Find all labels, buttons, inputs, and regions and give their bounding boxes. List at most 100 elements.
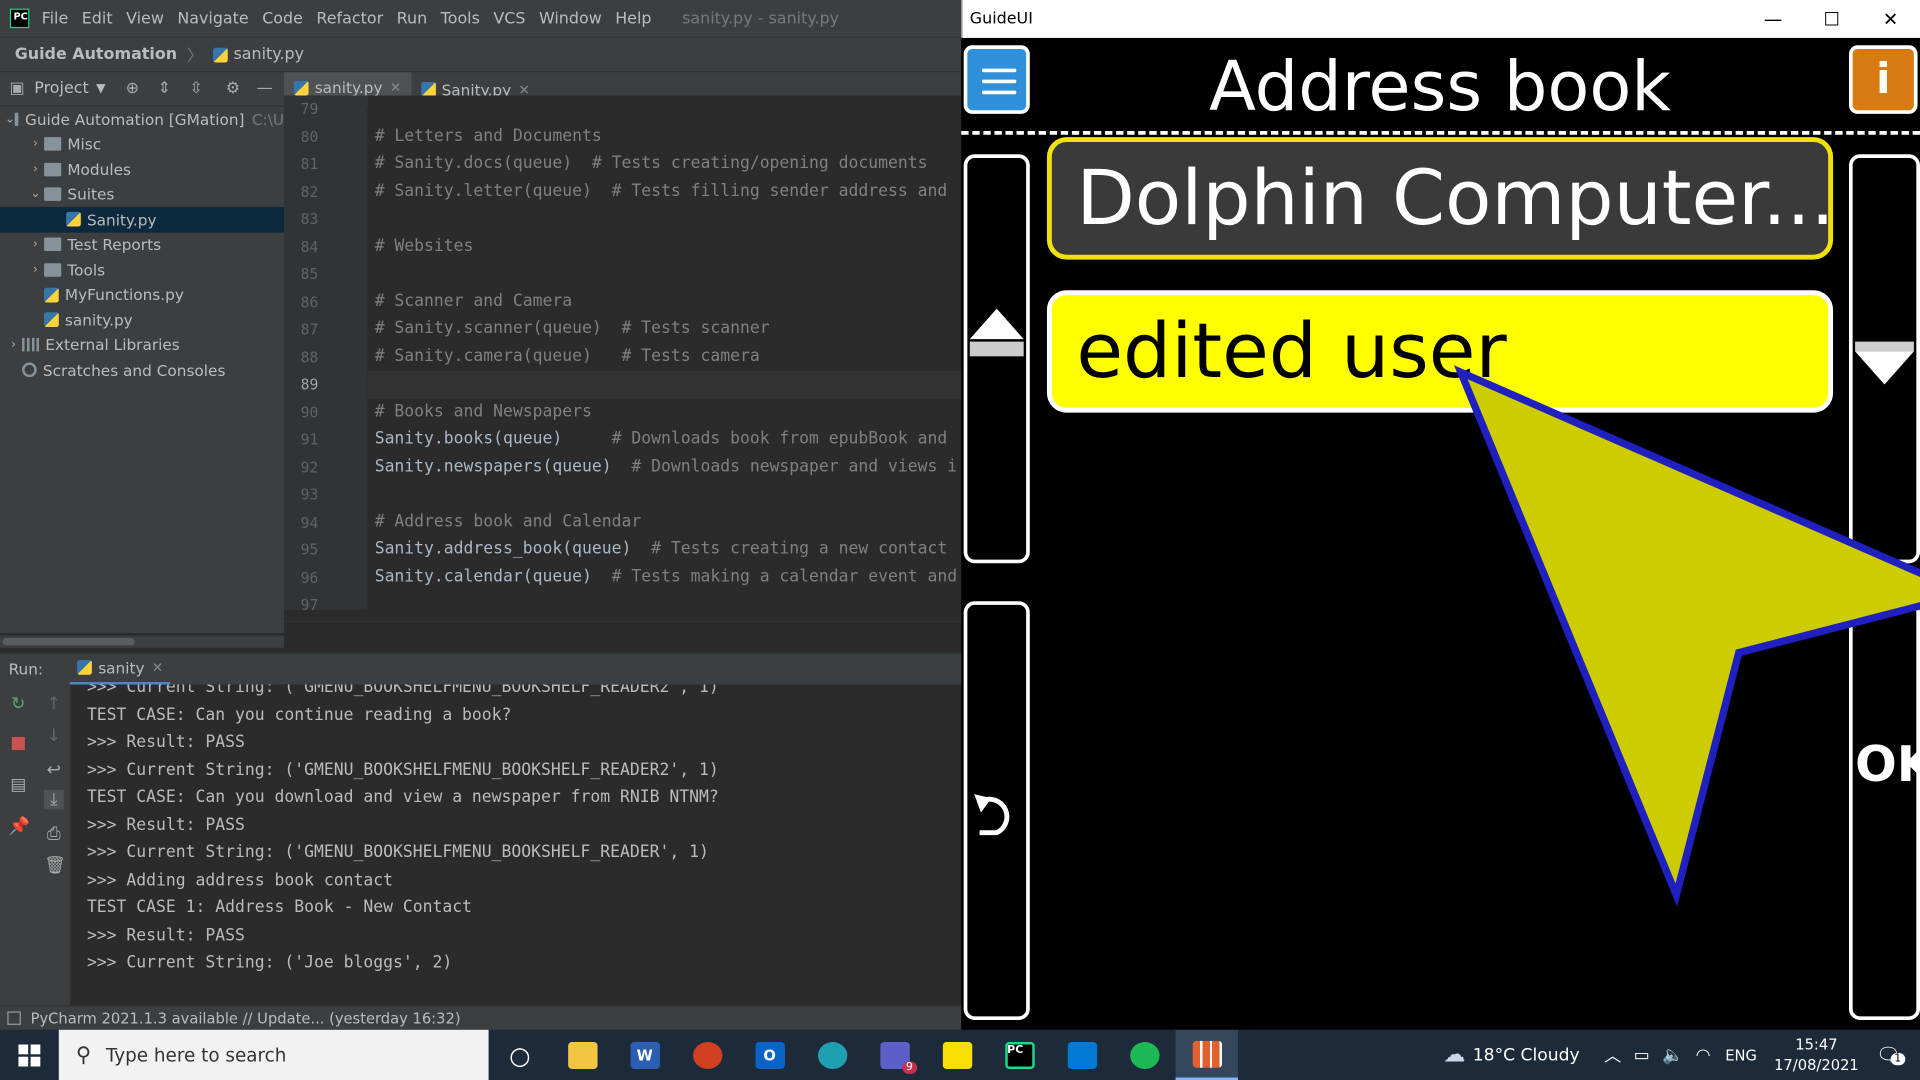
project-view-selector[interactable]: Project xyxy=(34,80,88,98)
taskbar-pycharm[interactable]: PC xyxy=(988,1030,1050,1080)
taskbar-spotify[interactable] xyxy=(1113,1030,1175,1080)
tree-item[interactable]: Sanity.py xyxy=(0,206,285,233)
chevron-right-icon[interactable]: › xyxy=(27,163,44,176)
code-line[interactable]: # Scanner and Camera xyxy=(367,288,961,316)
status-message[interactable]: PyCharm 2021.1.3 available // Update... … xyxy=(31,1010,461,1027)
code-line[interactable]: # Letters and Documents xyxy=(367,123,961,151)
soft-wrap-icon[interactable]: ↩ xyxy=(44,760,64,780)
notifications-button[interactable]: 🗨 1 xyxy=(1876,1043,1920,1067)
menu-help[interactable]: Help xyxy=(615,9,651,27)
menu-edit[interactable]: Edit xyxy=(82,9,113,27)
menu-navigate[interactable]: Navigate xyxy=(177,9,248,27)
taskbar-word[interactable]: W xyxy=(613,1030,675,1080)
taskbar-edge[interactable] xyxy=(801,1030,863,1080)
code-line[interactable]: Sanity.newspapers(queue) # Downloads new… xyxy=(367,454,961,482)
chevron-up-icon[interactable]: ︿ xyxy=(1604,1043,1621,1067)
tree-item[interactable]: › Modules xyxy=(0,157,284,182)
taskbar-sticky-notes[interactable] xyxy=(926,1030,988,1080)
close-icon[interactable]: ✕ xyxy=(152,659,163,675)
chevron-down-icon[interactable]: ⌄ xyxy=(27,188,44,201)
battery-icon[interactable]: ▭ xyxy=(1634,1045,1650,1065)
tree-item[interactable]: › Tools xyxy=(0,257,284,282)
run-tab-sanity[interactable]: sanity ✕ xyxy=(70,653,171,686)
language-indicator[interactable]: ENG xyxy=(1725,1046,1757,1063)
chevron-right-icon[interactable]: › xyxy=(5,338,22,351)
print-icon[interactable]: ⎙ xyxy=(44,824,64,844)
clock[interactable]: 15:47 17/08/2021 xyxy=(1774,1034,1859,1076)
taskbar-guideui[interactable] xyxy=(1175,1029,1238,1080)
wifi-icon[interactable]: ◠ xyxy=(1696,1045,1711,1065)
hide-panel-icon[interactable]: — xyxy=(255,79,275,99)
trash-icon[interactable]: 🗑 xyxy=(44,856,66,876)
scrollbar-thumb[interactable] xyxy=(2,637,135,646)
minimize-icon[interactable]: — xyxy=(1744,8,1803,30)
expand-all-icon[interactable]: ⇕ xyxy=(155,79,175,99)
taskbar-teams[interactable]: 9 xyxy=(863,1030,925,1080)
chevron-right-icon[interactable]: › xyxy=(27,238,44,251)
collapse-all-icon[interactable]: ⇳ xyxy=(186,79,206,99)
code-line[interactable] xyxy=(367,371,962,399)
task-view-button[interactable]: ○ xyxy=(489,1030,551,1080)
menu-window[interactable]: Window xyxy=(539,9,602,27)
maximize-icon[interactable]: ☐ xyxy=(1802,8,1861,30)
chevron-down-icon[interactable]: ⌄ xyxy=(5,112,15,125)
taskbar-file-explorer[interactable] xyxy=(551,1030,613,1080)
rerun-icon[interactable]: ↻ xyxy=(9,694,29,714)
taskbar-app-bug[interactable] xyxy=(676,1030,738,1080)
breadcrumb-project[interactable]: Guide Automation xyxy=(15,45,177,63)
code-line[interactable]: # Address book and Calendar xyxy=(367,509,961,537)
code-line[interactable]: # Sanity.scanner(queue) # Tests scanner xyxy=(367,316,961,344)
panel-toggle-icon[interactable] xyxy=(7,1011,21,1025)
code-line[interactable]: Sanity.address_book(queue) # Tests creat… xyxy=(367,536,961,564)
menu-vcs[interactable]: VCS xyxy=(493,9,525,27)
code-line[interactable]: # Sanity.docs(queue) # Tests creating/op… xyxy=(367,151,961,179)
menu-refactor[interactable]: Refactor xyxy=(316,9,383,27)
tree-item[interactable]: › External Libraries xyxy=(0,332,284,357)
chevron-down-icon[interactable]: ▼ xyxy=(96,82,105,95)
gear-icon[interactable]: ⚙ xyxy=(223,79,243,99)
taskbar-mail[interactable] xyxy=(1051,1030,1113,1080)
arrow-up-icon[interactable]: ↑ xyxy=(44,694,64,714)
scroll-to-end-icon[interactable]: ⤓ xyxy=(44,789,64,810)
breadcrumb-file[interactable]: sanity.py xyxy=(233,45,304,63)
code-line[interactable]: Sanity.books(queue) # Downloads book fro… xyxy=(367,426,961,454)
chevron-right-icon[interactable]: › xyxy=(27,137,44,150)
menu-file[interactable]: File xyxy=(42,9,69,27)
pin-icon[interactable]: 📌 xyxy=(9,817,30,837)
code-line[interactable]: # Websites xyxy=(367,233,961,261)
code-line[interactable] xyxy=(367,206,961,234)
menu-view[interactable]: View xyxy=(126,9,164,27)
close-icon[interactable]: ✕ xyxy=(1861,8,1920,30)
arrow-down-icon[interactable]: ↓ xyxy=(44,726,64,746)
close-icon[interactable]: ✕ xyxy=(390,80,401,96)
stop-icon[interactable]: ■ xyxy=(9,733,29,753)
code-line[interactable]: # Sanity.letter(queue) # Tests filling s… xyxy=(367,178,961,206)
tree-scrollbar[interactable] xyxy=(0,635,285,648)
tree-item[interactable]: ⌄ Suites xyxy=(0,182,284,207)
locate-icon[interactable]: ⊕ xyxy=(123,79,143,99)
tree-item[interactable]: sanity.py xyxy=(0,307,284,332)
volume-icon[interactable]: 🔈 xyxy=(1662,1045,1683,1065)
code-line[interactable] xyxy=(367,96,961,124)
tree-item[interactable]: Scratches and Consoles xyxy=(0,358,284,383)
taskbar-outlook[interactable]: O xyxy=(738,1030,800,1080)
tree-item[interactable]: › Test Reports xyxy=(0,232,284,257)
layout-icon[interactable]: ▤ xyxy=(9,775,29,795)
tree-item[interactable]: › Misc xyxy=(0,132,284,157)
weather-text[interactable]: 18°C Cloudy xyxy=(1473,1045,1580,1065)
chevron-right-icon[interactable]: › xyxy=(27,263,44,276)
code-line[interactable]: Sanity.calendar(queue) # Tests making a … xyxy=(367,564,961,592)
tree-item[interactable]: ⌄ Guide Automation [GMation] C:\U xyxy=(0,107,284,132)
code-editor[interactable]: # Letters and Documents # Sanity.docs(que… xyxy=(367,95,962,610)
menu-tools[interactable]: Tools xyxy=(441,9,480,27)
menu-code[interactable]: Code xyxy=(262,9,303,27)
menu-run[interactable]: Run xyxy=(397,9,428,27)
taskbar-search[interactable]: ⚲ Type here to search xyxy=(58,1029,489,1080)
run-console[interactable]: >>> Current String: ('GMENU_BOOKSHELFMEN… xyxy=(71,684,962,1006)
start-button[interactable] xyxy=(0,1030,59,1080)
code-line[interactable] xyxy=(367,261,961,289)
code-line[interactable] xyxy=(367,591,961,609)
tree-item[interactable]: MyFunctions.py xyxy=(0,282,284,307)
code-line[interactable]: # Sanity.camera(queue) # Tests camera xyxy=(367,343,961,371)
code-line[interactable]: # Books and Newspapers xyxy=(367,399,961,427)
